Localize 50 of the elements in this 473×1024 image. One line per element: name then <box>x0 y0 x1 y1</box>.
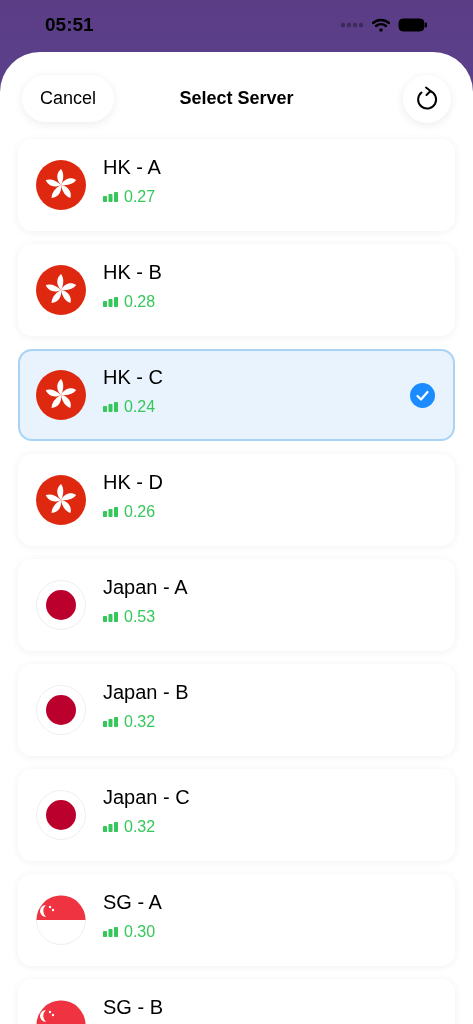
signal-bars-icon <box>103 822 118 832</box>
signal-bars-icon <box>103 927 118 937</box>
latency-value: 0.28 <box>124 292 156 312</box>
server-name: Japan - C <box>103 785 191 809</box>
crescent-flag-icon <box>36 895 86 945</box>
latency-value: 0.27 <box>124 187 156 207</box>
disc-flag-icon <box>36 685 86 735</box>
server-row[interactable]: Japan - C 0.32 <box>18 769 455 861</box>
server-name: HK - D <box>103 470 164 494</box>
signal-bars-icon <box>103 612 118 622</box>
server-name: HK - C <box>103 365 164 389</box>
server-row[interactable]: SG - A 0.30 <box>18 874 455 966</box>
latency-value: 0.53 <box>124 607 156 627</box>
server-name: Japan - B <box>103 680 190 704</box>
status-time: 05:51 <box>45 12 94 37</box>
signal-bars-icon <box>103 297 118 307</box>
disc-flag-icon <box>36 790 86 840</box>
signal-dots-icon <box>340 22 364 28</box>
flower-flag-icon <box>36 160 86 210</box>
server-row[interactable]: HK - D 0.26 <box>18 454 455 546</box>
flower-flag-icon <box>36 475 86 525</box>
latency-value: 0.26 <box>124 502 156 522</box>
server-row[interactable]: Japan - B 0.32 <box>18 664 455 756</box>
cancel-button[interactable]: Cancel <box>22 75 115 122</box>
flower-flag-icon <box>36 265 86 315</box>
signal-bars-icon <box>103 192 118 202</box>
latency-value: 0.30 <box>124 922 156 942</box>
server-row[interactable]: HK - B 0.28 <box>18 244 455 336</box>
latency-value: 0.24 <box>124 397 156 417</box>
server-name: HK - B <box>103 260 163 284</box>
latency-value: 0.32 <box>124 817 156 837</box>
server-name: Japan - A <box>103 575 189 599</box>
sheet-title: Select Server <box>179 87 294 110</box>
server-row[interactable]: HK - A 0.27 <box>18 139 455 231</box>
signal-bars-icon <box>103 402 118 412</box>
server-row[interactable]: HK - C 0.24 <box>18 349 455 441</box>
flower-flag-icon <box>36 370 86 420</box>
signal-bars-icon <box>103 507 118 517</box>
disc-flag-icon <box>36 580 86 630</box>
refresh-icon <box>415 85 439 112</box>
server-name: SG - B <box>103 995 164 1019</box>
server-name: SG - A <box>103 890 163 914</box>
signal-bars-icon <box>103 717 118 727</box>
server-row[interactable]: SG - B <box>18 979 455 1024</box>
wifi-icon <box>372 18 390 32</box>
server-row[interactable]: Japan - A 0.53 <box>18 559 455 651</box>
checkmark-icon <box>410 382 435 408</box>
battery-icon <box>398 18 428 32</box>
server-name: HK - A <box>103 155 162 179</box>
latency-value: 0.32 <box>124 712 156 732</box>
